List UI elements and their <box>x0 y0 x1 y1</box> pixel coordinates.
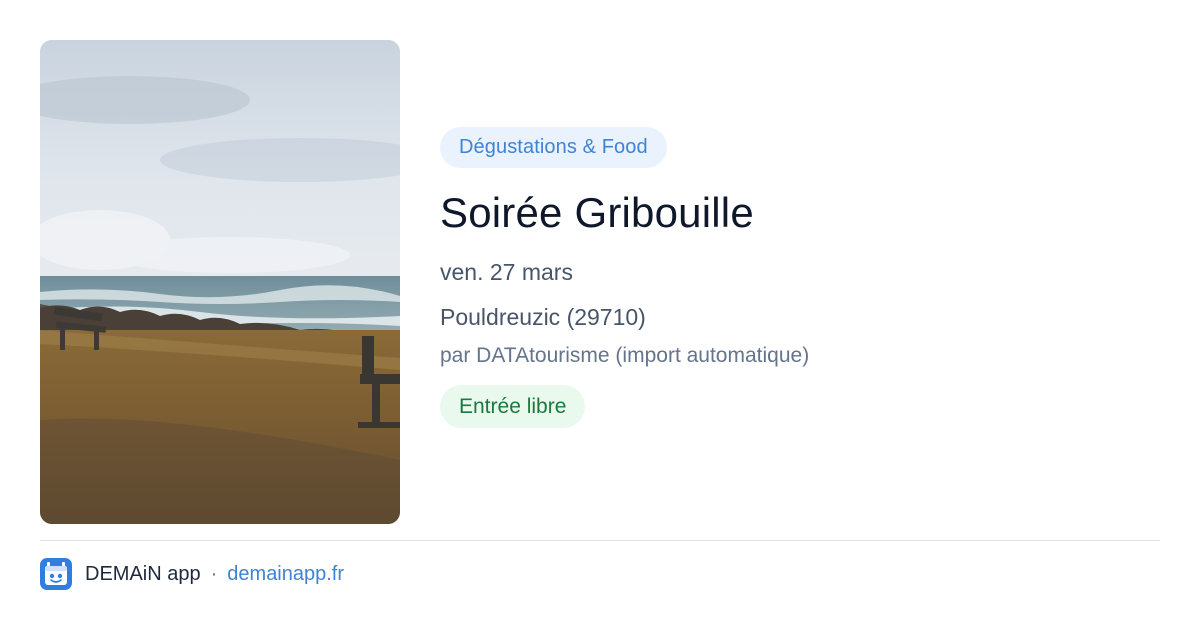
app-name: DEMAiN app <box>85 562 201 585</box>
event-date: ven. 27 mars <box>440 259 573 285</box>
app-website-link[interactable]: demainapp.fr <box>227 563 344 586</box>
footer: DEMAiN app · demainapp.fr <box>40 558 344 590</box>
price-badge: Entrée libre <box>440 385 586 428</box>
category-badge[interactable]: Dégustations & Food <box>440 127 667 168</box>
footer-separator: · <box>210 562 218 585</box>
event-organizer: par DATAtourisme (import automatique) <box>440 344 810 367</box>
event-photo <box>40 40 400 524</box>
event-location: Pouldreuzic (29710) <box>440 304 646 330</box>
demain-app-logo-icon[interactable] <box>40 558 72 590</box>
beach-photo-illustration <box>40 40 400 524</box>
event-info: Dégustations & Food Soirée Gribouille ve… <box>440 127 1160 428</box>
event-title: Soirée Gribouille <box>440 189 754 236</box>
footer-divider <box>40 540 1160 541</box>
